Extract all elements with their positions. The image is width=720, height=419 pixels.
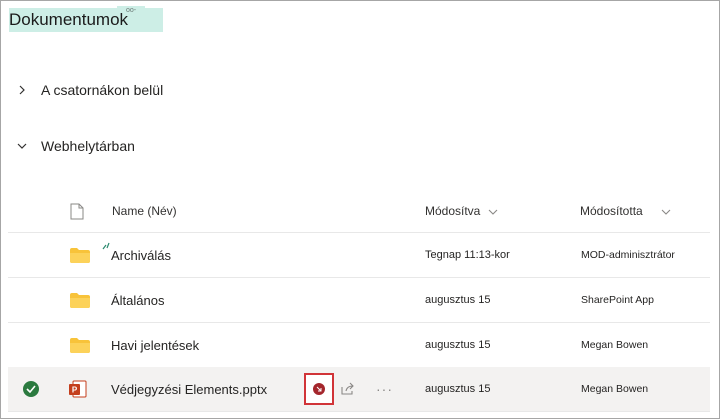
table-row[interactable]: Archiválás Tegnap 11:13-kor MOD-adminisz…	[8, 233, 710, 278]
file-name-link[interactable]: Védjegyzési Elements.pptx	[111, 367, 267, 411]
chevron-right-icon	[17, 85, 27, 95]
modified-by: MOD-adminisztrátor	[581, 249, 675, 261]
new-item-sparkle-icon	[102, 242, 110, 250]
section-in-channels[interactable]: A csatornákon belül	[17, 82, 163, 98]
folder-icon	[70, 278, 90, 322]
open-item-button[interactable]	[304, 373, 334, 405]
section-site-library[interactable]: Webhelytárban	[17, 138, 135, 154]
modified-by: Megan Bowen	[581, 383, 649, 395]
section-label: Webhelytárban	[41, 138, 135, 154]
name-column-header[interactable]: Name (Név)	[112, 190, 177, 232]
modified-by-header-label: Módosította	[580, 204, 643, 218]
file-name-link[interactable]: Általános	[111, 278, 164, 322]
modified-date: Tegnap 11:13-kor	[425, 249, 510, 261]
modified-date: augusztus 15	[425, 339, 491, 351]
file-name-link[interactable]: Archiválás	[111, 233, 171, 277]
file-type-header-icon[interactable]	[70, 190, 84, 232]
table-header-row: Name (Név) Módosítva Módosította	[8, 190, 710, 233]
modified-column-header[interactable]: Módosítva	[425, 190, 498, 232]
modified-by: Megan Bowen	[581, 339, 649, 351]
section-label: A csatornákon belül	[41, 82, 164, 98]
modified-date: augusztus 15	[425, 294, 491, 306]
table-row[interactable]: Általános augusztus 15 SharePoint App	[8, 278, 710, 323]
file-name-link[interactable]: Havi jelentések	[111, 323, 199, 367]
folder-icon	[70, 323, 90, 367]
name-header-label: Name (Név)	[112, 204, 177, 218]
modified-date: augusztus 15	[425, 383, 491, 395]
modified-by: SharePoint App	[581, 294, 654, 306]
svg-text:P: P	[72, 386, 78, 395]
table-row[interactable]: Havi jelentések augusztus 15 Megan Bowen	[8, 323, 710, 368]
arrow-down-right-icon	[313, 383, 325, 395]
chevron-down-icon	[17, 141, 27, 151]
share-icon[interactable]	[340, 367, 356, 411]
more-actions-icon[interactable]: ···	[376, 367, 393, 411]
powerpoint-file-icon: P	[68, 367, 88, 411]
modified-by-column-header[interactable]: Módosította	[580, 190, 671, 232]
folder-icon	[70, 233, 90, 277]
modified-header-label: Módosítva	[425, 204, 481, 218]
page-title: Dokumentumok	[9, 10, 129, 29]
chevron-down-icon	[488, 204, 498, 218]
chevron-down-icon	[661, 204, 671, 218]
table-row-selected[interactable]: P Védjegyzési Elements.pptx ··· augusztu…	[8, 367, 710, 412]
row-select-checkbox[interactable]	[23, 367, 39, 411]
checkmark-icon	[23, 381, 39, 397]
